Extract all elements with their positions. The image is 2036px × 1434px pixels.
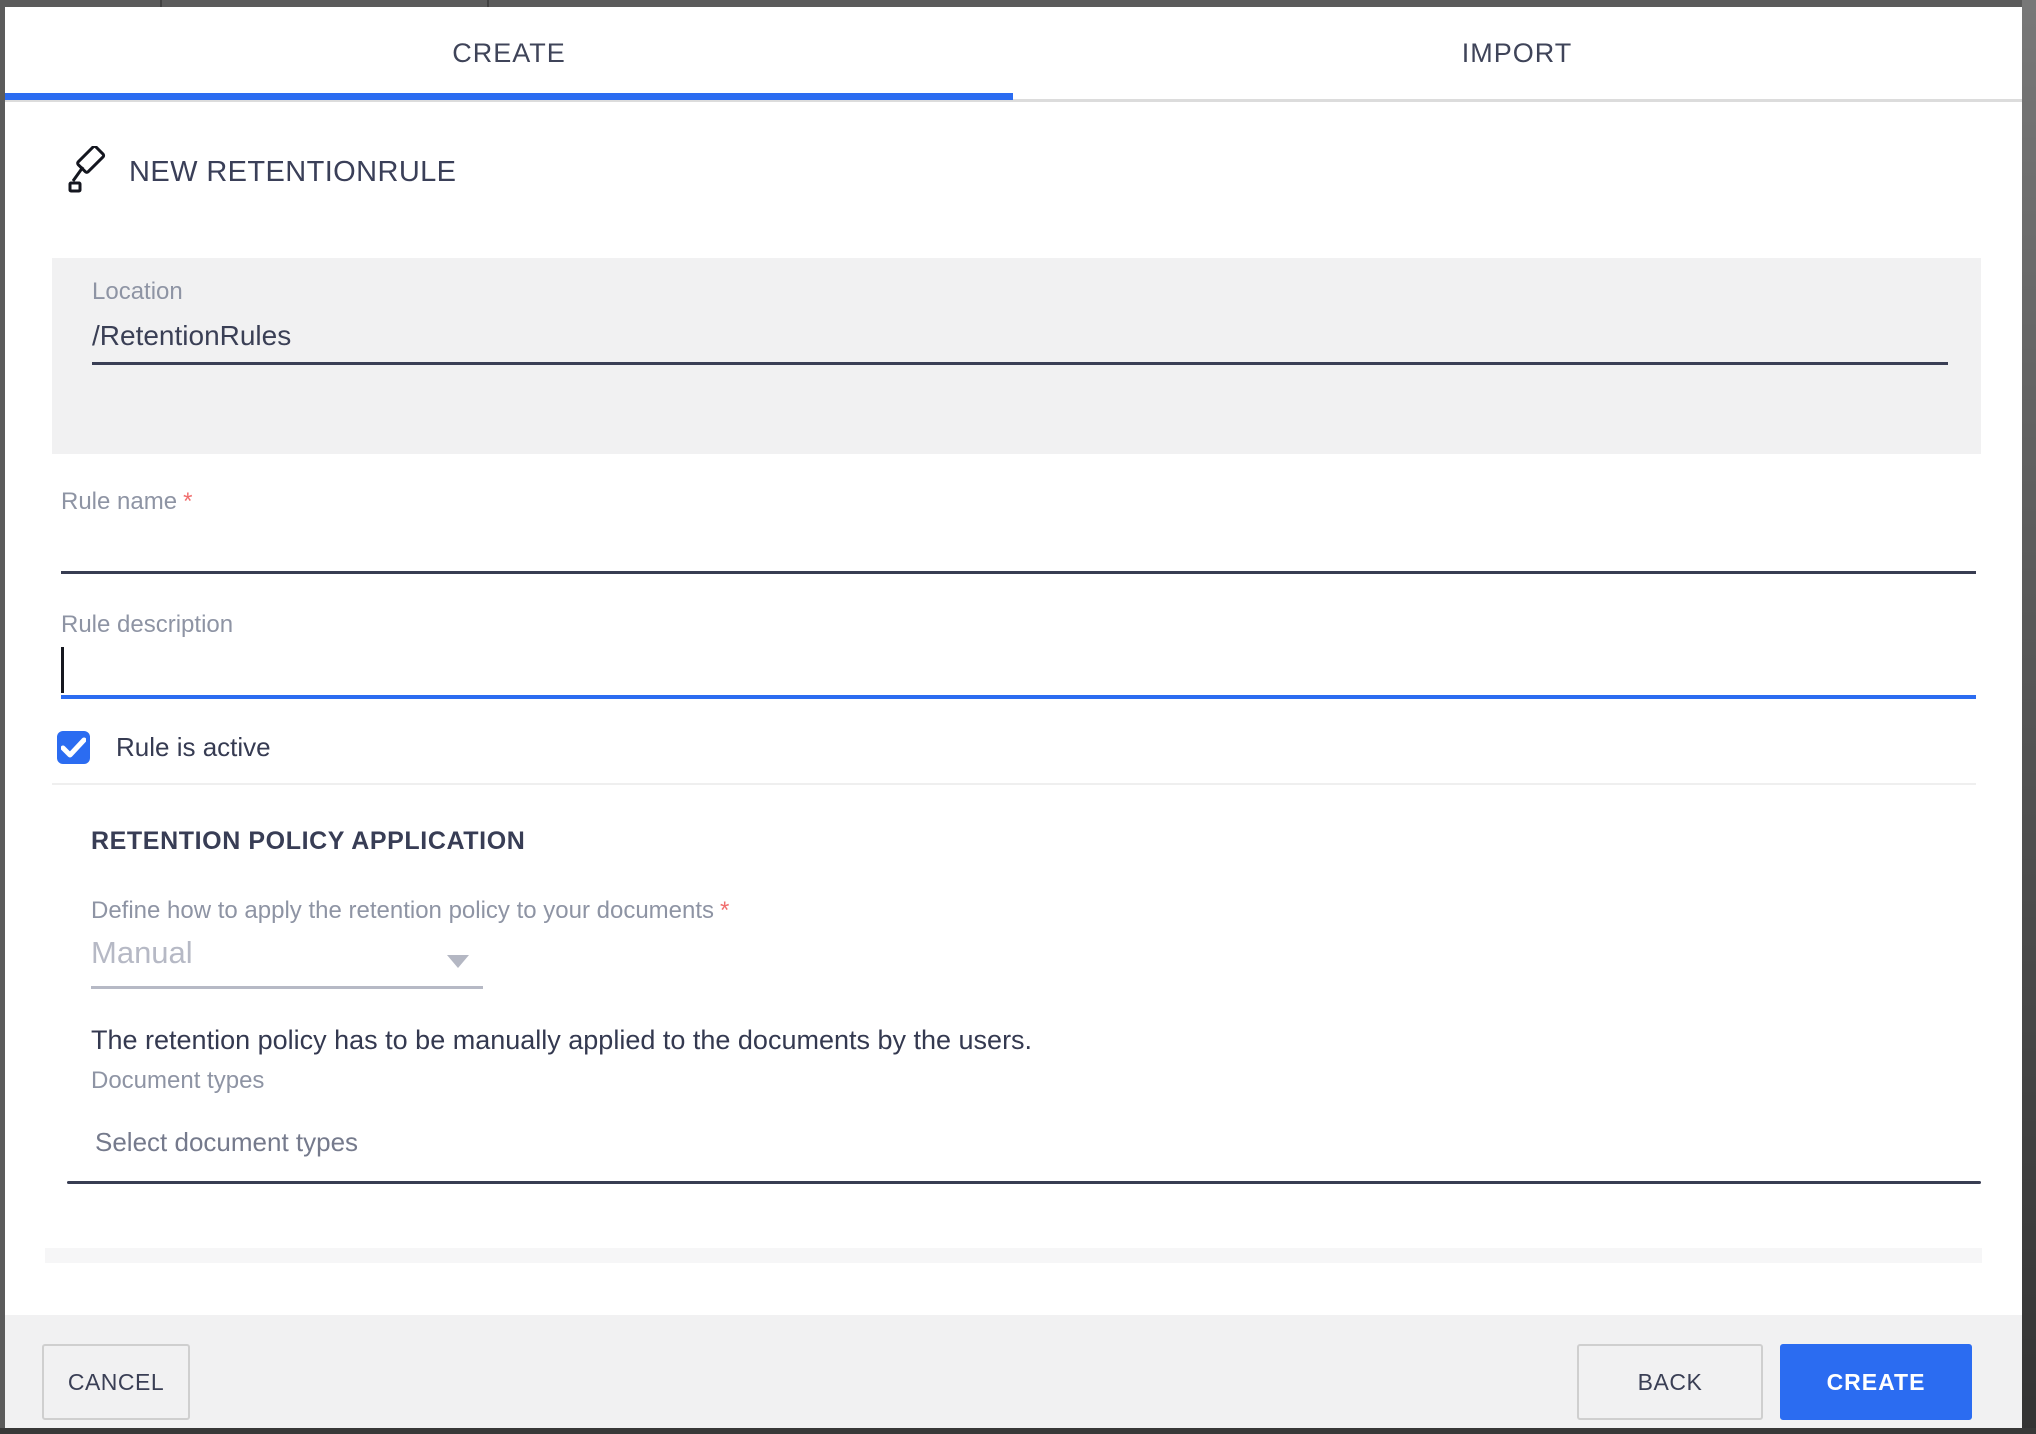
retention-section-title: RETENTION POLICY APPLICATION bbox=[91, 827, 526, 855]
rule-description-input[interactable] bbox=[61, 695, 1976, 699]
rule-description-label: Rule description bbox=[61, 611, 234, 638]
tab-create[interactable]: CREATE bbox=[5, 7, 1013, 100]
create-retention-rule-dialog: CREATE IMPORT NEW RETENTIONRULE Location… bbox=[5, 7, 2022, 1428]
text-caret bbox=[61, 647, 64, 693]
dialog-header: NEW RETENTIONRULE bbox=[67, 144, 456, 200]
location-label: Location bbox=[92, 278, 183, 305]
tab-create-label: CREATE bbox=[452, 37, 566, 68]
required-asterisk: * bbox=[183, 488, 193, 515]
apply-method-label: Define how to apply the retention policy… bbox=[91, 897, 730, 924]
scroll-edge-shadow bbox=[45, 1248, 1982, 1263]
window-frame-right bbox=[2022, 0, 2036, 1434]
apply-method-dropdown[interactable]: Manual bbox=[91, 935, 483, 989]
section-divider bbox=[52, 783, 1976, 785]
create-button[interactable]: CREATE bbox=[1780, 1344, 1972, 1420]
apply-method-value: Manual bbox=[91, 935, 193, 970]
dialog-footer: CANCEL BACK CREATE bbox=[5, 1315, 2022, 1428]
required-asterisk: * bbox=[720, 897, 730, 924]
apply-method-hint: The retention policy has to be manually … bbox=[91, 1025, 1033, 1055]
cancel-button[interactable]: CANCEL bbox=[42, 1344, 190, 1420]
window-frame-bottom bbox=[0, 1428, 2036, 1434]
document-types-label: Document types bbox=[91, 1067, 265, 1094]
gavel-icon bbox=[67, 144, 109, 199]
document-types-placeholder: Select document types bbox=[95, 1127, 359, 1157]
rule-name-label: Rule name * bbox=[61, 488, 193, 515]
checkbox-checked-icon[interactable] bbox=[57, 731, 90, 764]
location-box: Location /RetentionRules bbox=[52, 258, 1981, 454]
dialog-tabbar: CREATE IMPORT bbox=[5, 7, 2022, 102]
back-button[interactable]: BACK bbox=[1577, 1344, 1763, 1420]
rule-active-checkbox-row[interactable]: Rule is active bbox=[57, 731, 271, 764]
chevron-down-icon bbox=[447, 955, 469, 968]
background-window-edge bbox=[160, 0, 162, 7]
tab-import-label: IMPORT bbox=[1461, 37, 1573, 68]
document-types-input[interactable] bbox=[67, 1181, 1981, 1184]
tab-import[interactable]: IMPORT bbox=[1013, 7, 2021, 99]
location-value-field[interactable]: /RetentionRules bbox=[92, 320, 1948, 365]
active-tab-indicator bbox=[5, 93, 1013, 100]
page-title: NEW RETENTIONRULE bbox=[129, 155, 457, 188]
screen: CREATE IMPORT NEW RETENTIONRULE Location… bbox=[0, 0, 2036, 1434]
rule-active-label: Rule is active bbox=[116, 732, 271, 762]
rule-name-input[interactable] bbox=[61, 571, 1976, 574]
background-window-edge bbox=[487, 0, 489, 7]
